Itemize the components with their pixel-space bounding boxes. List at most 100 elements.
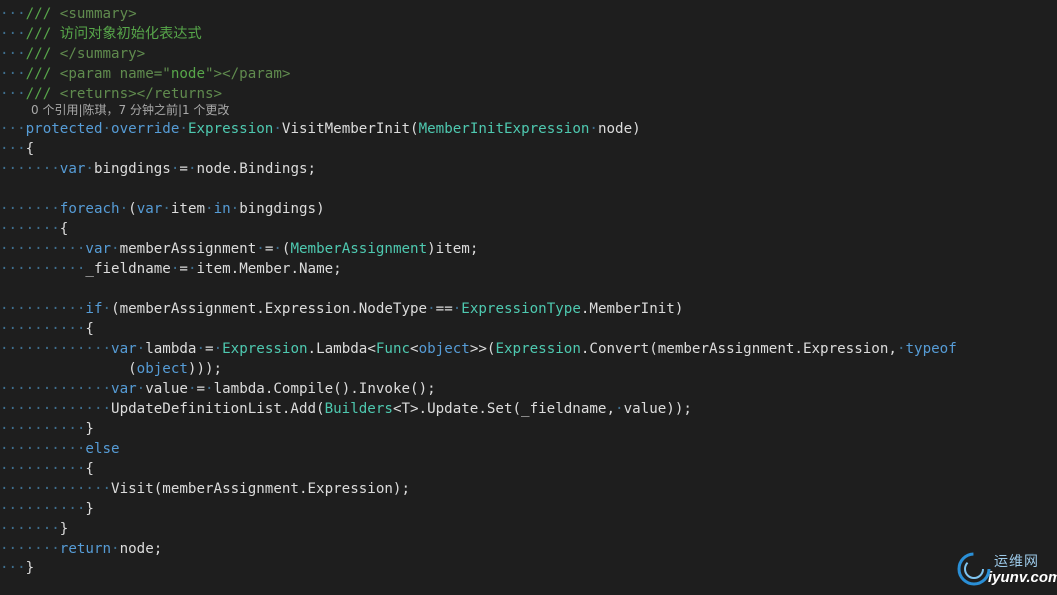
code-token: node; bbox=[119, 541, 163, 557]
code-token: foreach bbox=[59, 201, 120, 217]
code-line[interactable]: ···/// <param name="node"></param> bbox=[0, 64, 290, 84]
code-token: var bbox=[59, 161, 86, 177]
code-token: )item; bbox=[427, 241, 479, 257]
code-token: in bbox=[213, 201, 231, 217]
code-token: Expression bbox=[187, 121, 274, 137]
code-line[interactable]: ·······{ bbox=[0, 219, 68, 239]
code-token: value)); bbox=[623, 401, 692, 417]
code-line[interactable]: ·······return·node; bbox=[0, 539, 162, 559]
code-token: Func bbox=[375, 341, 411, 357]
code-token: bingdings bbox=[93, 161, 171, 177]
whitespace-marker: ·········· bbox=[0, 241, 86, 257]
whitespace-marker: ··· bbox=[0, 121, 26, 137]
whitespace-marker: · bbox=[102, 121, 112, 137]
whitespace-marker: ·········· bbox=[0, 321, 86, 337]
whitespace-marker: · bbox=[230, 201, 240, 217]
code-token: var bbox=[136, 201, 163, 217]
code-token: override bbox=[111, 121, 180, 137]
whitespace-marker: · bbox=[136, 381, 146, 397]
code-token: node.Bindings; bbox=[196, 161, 317, 177]
whitespace-marker: ············· bbox=[0, 381, 112, 397]
whitespace-marker: · bbox=[162, 201, 171, 217]
code-token: item bbox=[170, 201, 206, 217]
code-token: var bbox=[85, 241, 112, 257]
code-token: } bbox=[85, 501, 94, 517]
whitespace-marker: · bbox=[179, 121, 188, 137]
code-token: >>( bbox=[469, 341, 496, 357]
code-line[interactable]: (object))); bbox=[0, 359, 222, 379]
code-line[interactable]: ·············var·value·=·lambda.Compile(… bbox=[0, 379, 436, 399]
code-token: </summary> bbox=[59, 46, 146, 62]
code-token: /// bbox=[25, 86, 60, 102]
code-line[interactable]: ···} bbox=[0, 558, 34, 578]
whitespace-marker: ··· bbox=[0, 6, 26, 22]
code-line[interactable]: ···protected·override·Expression·VisitMe… bbox=[0, 119, 641, 139]
code-line[interactable]: ··········_fieldname·=·item.Member.Name; bbox=[0, 259, 342, 279]
whitespace-marker: · bbox=[102, 301, 112, 317]
code-editor[interactable]: ···/// <summary> ···/// 访问对象初始化表达式 ···/// … bbox=[0, 0, 1057, 595]
whitespace-marker: ··· bbox=[0, 560, 26, 576]
code-token: MemberAssignment bbox=[290, 241, 428, 257]
code-line[interactable]: ··········else bbox=[0, 439, 120, 459]
code-token: <T>.Update.Set(_fieldname, bbox=[392, 401, 616, 417]
code-line[interactable]: ·······} bbox=[0, 519, 68, 539]
code-token: .MemberInit) bbox=[580, 301, 684, 317]
whitespace-marker: · bbox=[615, 401, 624, 417]
code-token: { bbox=[85, 461, 94, 477]
code-token: object bbox=[136, 361, 188, 377]
whitespace-marker: · bbox=[136, 341, 146, 357]
whitespace-marker: · bbox=[111, 241, 120, 257]
code-line[interactable]: ·············Visit(memberAssignment.Expr… bbox=[0, 479, 410, 499]
codelens-info[interactable]: 0 个引用|陈琪，7 分钟之前|1 个更改 bbox=[31, 103, 229, 117]
code-token: <param name=" bbox=[59, 66, 171, 82]
code-line[interactable]: ···{ bbox=[0, 139, 34, 159]
code-token: { bbox=[85, 321, 94, 337]
code-token: UpdateDefinitionList.Add( bbox=[111, 401, 325, 417]
code-token: /// bbox=[25, 46, 60, 62]
whitespace-marker: ··· bbox=[0, 26, 26, 42]
code-token: var bbox=[111, 341, 137, 357]
code-line[interactable]: ··········{ bbox=[0, 319, 94, 339]
code-line[interactable]: ···/// 访问对象初始化表达式 bbox=[0, 24, 202, 44]
whitespace-marker: ·········· bbox=[0, 421, 86, 437]
code-token: <returns></returns> bbox=[59, 86, 223, 102]
code-token: { bbox=[25, 141, 35, 157]
code-line[interactable]: ·············UpdateDefinitionList.Add(Bu… bbox=[0, 399, 692, 419]
whitespace-marker: ······· bbox=[0, 221, 60, 237]
code-token: if bbox=[85, 301, 103, 317]
code-token: = bbox=[196, 381, 206, 397]
whitespace-marker: ······· bbox=[0, 161, 60, 177]
code-line[interactable]: ·············var·lambda·=·Expression.Lam… bbox=[0, 339, 957, 359]
whitespace-marker: · bbox=[256, 241, 265, 257]
whitespace-marker: ·········· bbox=[0, 441, 86, 457]
whitespace-marker: ············· bbox=[0, 341, 112, 357]
code-line[interactable]: ·······foreach·(var·item·in·bingdings) bbox=[0, 199, 325, 219]
code-line[interactable]: ···/// <returns></returns> bbox=[0, 84, 222, 104]
whitespace-marker: · bbox=[85, 161, 94, 177]
code-token: typeof bbox=[905, 341, 957, 357]
code-line[interactable]: ··········var·memberAssignment·=·(Member… bbox=[0, 239, 478, 259]
whitespace-marker: ··· bbox=[0, 86, 26, 102]
whitespace-marker: · bbox=[452, 301, 462, 317]
code-line[interactable]: ·······var·bingdings·=·node.Bindings; bbox=[0, 159, 316, 179]
watermark-url: iyunv.com bbox=[988, 569, 1057, 586]
code-line[interactable]: ··········} bbox=[0, 499, 94, 519]
whitespace-marker: · bbox=[119, 201, 129, 217]
code-token: var bbox=[111, 381, 137, 397]
code-line[interactable]: ···/// </summary> bbox=[0, 44, 145, 64]
code-line[interactable]: ··········{ bbox=[0, 459, 94, 479]
code-line[interactable]: ··········if·(memberAssignment.Expressio… bbox=[0, 299, 683, 319]
code-token: "></param> bbox=[205, 66, 291, 82]
code-token: } bbox=[85, 421, 94, 437]
code-token: /// bbox=[25, 6, 60, 22]
code-token: { bbox=[59, 221, 69, 237]
code-token: VisitMemberInit( bbox=[281, 121, 419, 137]
code-token: return bbox=[59, 541, 112, 557]
code-token: bingdings) bbox=[239, 201, 325, 217]
whitespace-marker: ······· bbox=[0, 541, 60, 557]
watermark: 运维网 iyunv.com bbox=[950, 547, 1057, 595]
whitespace-marker: · bbox=[111, 541, 120, 557]
code-line[interactable]: ··········} bbox=[0, 419, 94, 439]
code-token: node) bbox=[597, 121, 641, 137]
code-line[interactable]: ···/// <summary> bbox=[0, 4, 137, 24]
